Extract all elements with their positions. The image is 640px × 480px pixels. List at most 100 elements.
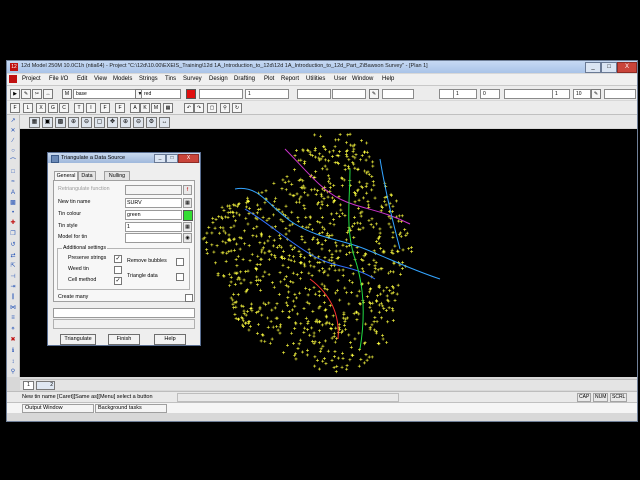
menu-plot[interactable]: Plot xyxy=(264,76,274,82)
menu-utilities[interactable]: Utilities xyxy=(306,76,325,82)
function-icon[interactable]: f xyxy=(183,185,192,195)
menu-window[interactable]: Window xyxy=(352,76,373,82)
field-d[interactable] xyxy=(604,89,636,99)
snap-x[interactable]: X xyxy=(36,103,46,113)
delete-icon[interactable]: ✖ xyxy=(9,336,17,344)
maximize-button[interactable]: □ xyxy=(601,62,617,73)
join-icon[interactable]: ⋈ xyxy=(9,304,17,312)
dialog-maximize-button[interactable]: □ xyxy=(166,154,178,163)
new-tin-input[interactable]: SURV xyxy=(125,198,182,208)
menu-file-io[interactable]: File I/O xyxy=(49,76,68,82)
vertex-icon[interactable]: ⋄ xyxy=(9,325,17,333)
dialog-title-bar[interactable]: Triangulate a Data Source _ □ X xyxy=(48,153,200,163)
create-many-checkbox[interactable] xyxy=(185,294,193,302)
view-redraw-icon[interactable]: ▩ xyxy=(55,117,66,128)
menu-edit[interactable]: Edit xyxy=(77,76,87,82)
measure-tool-icon[interactable]: ↕ xyxy=(9,358,17,366)
snap-c[interactable]: C xyxy=(59,103,69,113)
minimize-button[interactable]: _ xyxy=(585,62,601,73)
pen-icon[interactable]: ✎ xyxy=(21,89,31,99)
cross-icon[interactable]: ✕ xyxy=(9,127,17,135)
menu-help[interactable]: Help xyxy=(382,76,394,82)
view-tab-2[interactable]: 2 xyxy=(36,381,55,390)
view-models-icon[interactable]: ▦ xyxy=(29,117,40,128)
preserve-strings-checkbox[interactable]: ✓ xyxy=(114,255,122,263)
help-button[interactable]: Help xyxy=(154,334,186,345)
snap-a[interactable]: A xyxy=(130,103,140,113)
view-settings-icon[interactable]: ⚙ xyxy=(146,117,157,128)
close-button[interactable]: X xyxy=(617,62,637,73)
refresh-icon[interactable]: ↻ xyxy=(232,103,242,113)
field-a[interactable] xyxy=(382,89,414,99)
snap-f3[interactable]: F xyxy=(115,103,125,113)
menu-drafting[interactable]: Drafting xyxy=(234,76,255,82)
polyline-icon[interactable]: ≈ xyxy=(9,178,17,186)
model-eye-icon[interactable]: ◉ xyxy=(183,233,192,243)
weed-tin-checkbox[interactable] xyxy=(114,266,122,274)
point-icon[interactable]: • xyxy=(9,209,17,217)
scale-icon[interactable]: ⇱ xyxy=(9,262,17,270)
zoom-previous-icon[interactable]: ⊖ xyxy=(133,117,144,128)
view-fit-icon[interactable]: ▣ xyxy=(42,117,53,128)
properties-icon[interactable]: ℹ xyxy=(9,347,17,355)
snap-f[interactable]: F xyxy=(10,103,20,113)
triangle-data-checkbox[interactable] xyxy=(176,273,184,281)
view-tab-1[interactable]: 1 xyxy=(23,381,34,390)
pencil-icon[interactable]: ✎ xyxy=(369,89,379,99)
snap-f2[interactable]: F xyxy=(100,103,110,113)
rotate-icon[interactable]: ↺ xyxy=(9,241,17,249)
menu-user[interactable]: User xyxy=(334,76,347,82)
zoom-in-icon[interactable]: ⊕ xyxy=(68,117,79,128)
mirror-icon[interactable]: ⇄ xyxy=(9,252,17,260)
zoom-window-icon[interactable]: ▢ xyxy=(94,117,105,128)
zoom-extent-icon[interactable]: ⊕ xyxy=(120,117,131,128)
snap-k[interactable]: K xyxy=(140,103,150,113)
model-icon[interactable]: M xyxy=(62,89,72,99)
number-field-1[interactable]: 1 xyxy=(453,89,477,99)
zoom-tool-icon[interactable]: ⚲ xyxy=(9,368,17,376)
weight-field[interactable]: 1 xyxy=(245,89,289,99)
menu-design[interactable]: Design xyxy=(209,76,228,82)
dialog-close-button[interactable]: X xyxy=(178,154,199,163)
lookup-icon[interactable]: ⚲ xyxy=(220,103,230,113)
menu-strings[interactable]: Strings xyxy=(139,76,158,82)
number-field-2[interactable]: 0 xyxy=(480,89,500,99)
snap-t[interactable]: T xyxy=(74,103,84,113)
snap-i[interactable]: I xyxy=(86,103,96,113)
snap-g[interactable]: G xyxy=(48,103,58,113)
extend-icon[interactable]: ⇥ xyxy=(9,283,17,291)
colour-field[interactable]: red xyxy=(141,89,181,99)
model-field[interactable]: base xyxy=(73,89,137,99)
output-window-tab[interactable]: Output Window xyxy=(22,404,94,413)
paint-icon[interactable]: ✎ xyxy=(591,89,601,99)
menu-app-icon[interactable] xyxy=(9,75,17,83)
undo-icon[interactable]: ↶ xyxy=(184,103,194,113)
menu-tins[interactable]: Tins xyxy=(165,76,176,82)
menu-report[interactable]: Report xyxy=(281,76,299,82)
view-toggle-icon[interactable]: ↔ xyxy=(159,117,170,128)
select-icon[interactable]: ▶ xyxy=(10,89,20,99)
measure-icon[interactable]: ↔ xyxy=(43,89,53,99)
arc-icon[interactable]: ⌒ xyxy=(9,158,17,166)
style-field[interactable] xyxy=(199,89,243,99)
arrow-icon[interactable]: ↗ xyxy=(9,117,17,125)
number-field-3[interactable]: 1 xyxy=(552,89,570,99)
tin-list-icon[interactable]: ▦ xyxy=(183,198,192,208)
background-tasks-tab[interactable]: Background tasks xyxy=(95,404,167,413)
circle-icon[interactable]: ○ xyxy=(9,147,17,155)
tin-colour-swatch[interactable] xyxy=(183,210,193,221)
trim-icon[interactable]: ⊣ xyxy=(9,273,17,281)
text-icon[interactable]: A xyxy=(9,189,17,197)
style-list-icon[interactable]: ▦ xyxy=(183,222,192,232)
tin-style-input[interactable]: 1 xyxy=(125,222,182,232)
zoom-out-icon[interactable]: ⊖ xyxy=(81,117,92,128)
menu-view[interactable]: View xyxy=(94,76,107,82)
menu-models[interactable]: Models xyxy=(113,76,132,82)
finish-button[interactable]: Finish xyxy=(108,334,140,345)
colour-swatch[interactable] xyxy=(186,89,196,99)
copy-icon[interactable]: ❐ xyxy=(9,230,17,238)
tin-colour-input[interactable]: green xyxy=(125,210,182,220)
selection-icon[interactable]: ▢ xyxy=(207,103,217,113)
snap-l[interactable]: L xyxy=(23,103,33,113)
model-for-tin-input[interactable] xyxy=(125,233,182,243)
